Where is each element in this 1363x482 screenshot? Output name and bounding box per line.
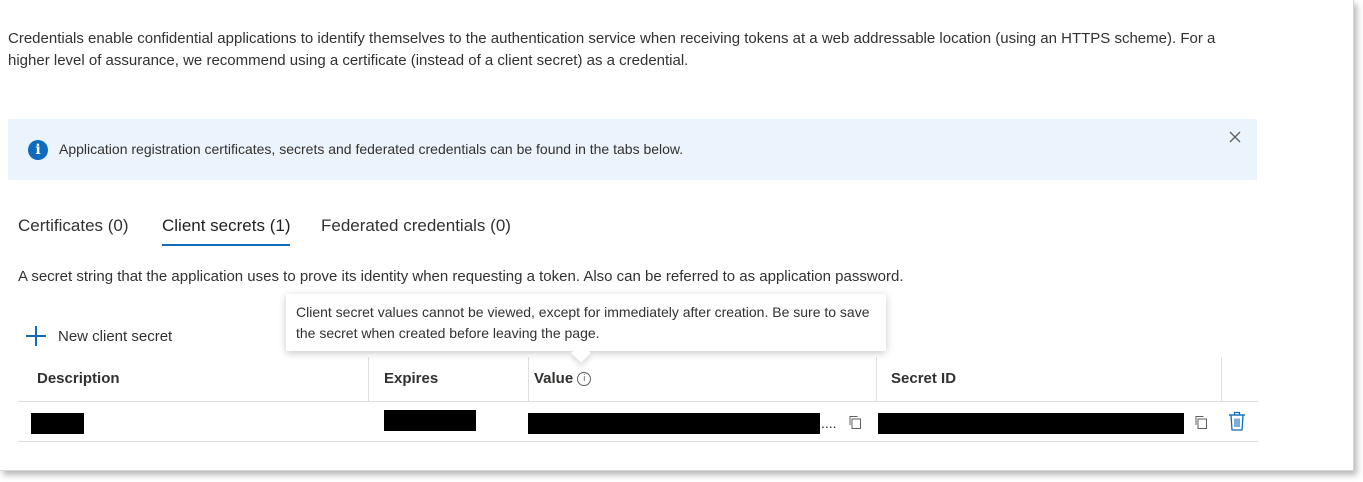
- plus-icon: [26, 326, 46, 346]
- value-ellipsis: ....: [821, 415, 837, 431]
- client-secrets-description: A secret string that the application use…: [18, 268, 904, 285]
- new-client-secret-button[interactable]: New client secret: [26, 324, 172, 348]
- info-message-text: Application registration certificates, s…: [59, 141, 684, 157]
- header-divider: [18, 401, 1258, 402]
- close-icon[interactable]: [1227, 131, 1243, 147]
- column-header-value-label: Value: [534, 370, 574, 387]
- tab-certificates[interactable]: Certificates (0): [18, 216, 129, 244]
- info-icon: i: [28, 140, 48, 160]
- tab-federated-credentials[interactable]: Federated credentials (0): [321, 216, 511, 244]
- value-tooltip: Client secret values cannot be viewed, e…: [286, 294, 886, 363]
- info-icon[interactable]: i: [577, 372, 592, 387]
- new-client-secret-label: New client secret: [58, 327, 173, 345]
- credentials-panel: Credentials enable confidential applicat…: [0, 0, 1354, 471]
- column-divider: [368, 357, 369, 401]
- column-header-expires[interactable]: Expires: [384, 357, 438, 401]
- tab-client-secrets[interactable]: Client secrets (1): [162, 216, 291, 246]
- intro-text: Credentials enable confidential applicat…: [8, 30, 1216, 69]
- column-divider: [528, 357, 529, 401]
- close-icon-glyph: [1229, 131, 1241, 143]
- tooltip-text: Client secret values cannot be viewed, e…: [296, 304, 870, 341]
- column-header-value[interactable]: Value i: [534, 357, 592, 401]
- delete-icon[interactable]: [1228, 411, 1246, 431]
- column-divider: [876, 357, 877, 401]
- redacted-expires: [384, 410, 476, 431]
- redacted-value: [528, 413, 820, 434]
- column-divider: [1221, 357, 1222, 401]
- column-header-description[interactable]: Description: [37, 357, 120, 401]
- redacted-description: [31, 413, 84, 434]
- copy-icon[interactable]: [848, 415, 862, 429]
- redacted-secret-id: [878, 413, 1184, 434]
- info-message-bar: i Application registration certificates,…: [8, 119, 1257, 180]
- column-header-secret-id[interactable]: Secret ID: [891, 357, 956, 401]
- copy-icon[interactable]: [1194, 415, 1208, 429]
- row-divider: [18, 441, 1258, 442]
